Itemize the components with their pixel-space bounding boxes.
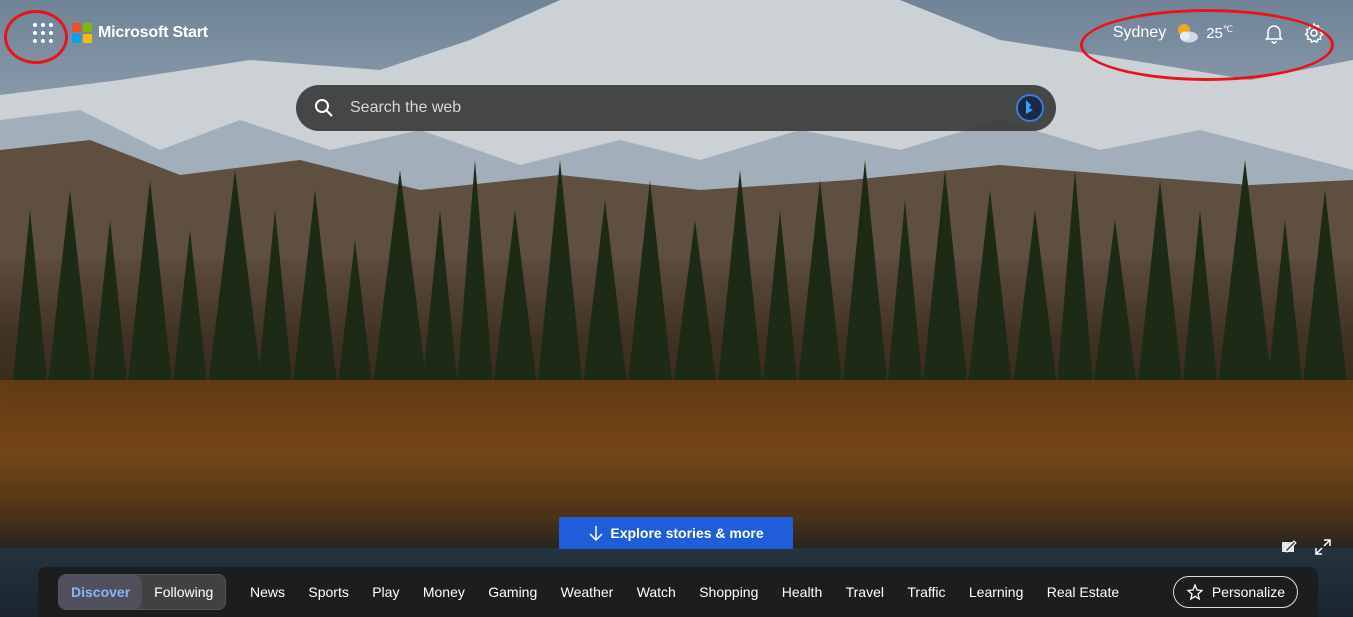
nav-item-gaming[interactable]: Gaming <box>477 584 549 600</box>
category-nav-bar: Discover Following News Sports Play Mone… <box>38 567 1318 617</box>
nav-item-health[interactable]: Health <box>770 584 834 600</box>
background-controls <box>1281 539 1331 555</box>
edit-background-button[interactable] <box>1281 539 1297 555</box>
brand-name: Microsoft Start <box>98 24 208 41</box>
sparkle-star-icon <box>1186 583 1204 601</box>
temperature[interactable]: 25℃ <box>1206 24 1233 42</box>
weather-city[interactable]: Sydney <box>1113 24 1166 42</box>
nav-item-real-estate[interactable]: Real Estate <box>1035 584 1131 600</box>
nav-item-travel[interactable]: Travel <box>834 584 896 600</box>
settings-button[interactable] <box>1299 18 1329 48</box>
nav-item-news[interactable]: News <box>238 584 296 600</box>
bell-icon <box>1265 25 1283 44</box>
nav-item-watch[interactable]: Watch <box>625 584 688 600</box>
header-right-cluster: Sydney 25℃ <box>1113 18 1329 48</box>
partly-cloudy-icon[interactable] <box>1174 20 1200 46</box>
brand[interactable]: Microsoft Start <box>72 23 208 43</box>
nav-item-traffic[interactable]: Traffic <box>896 584 958 600</box>
nav-item-sports[interactable]: Sports <box>297 584 361 600</box>
gear-icon <box>1304 22 1324 44</box>
tab-discover[interactable]: Discover <box>59 575 143 609</box>
tab-following[interactable]: Following <box>142 575 225 609</box>
nav-item-weather[interactable]: Weather <box>549 584 625 600</box>
feed-toggle: Discover Following <box>58 574 227 610</box>
bing-chat-button[interactable] <box>1014 92 1046 124</box>
nav-item-money[interactable]: Money <box>411 584 476 600</box>
nav-item-play[interactable]: Play <box>361 584 412 600</box>
nav-item-learning[interactable]: Learning <box>957 584 1035 600</box>
notifications-button[interactable] <box>1259 18 1289 48</box>
explore-stories-label: Explore stories & more <box>610 525 764 541</box>
expand-button[interactable] <box>1315 539 1331 555</box>
edit-background-icon <box>1282 540 1297 553</box>
explore-stories-button[interactable]: Explore stories & more <box>559 517 793 549</box>
search-bar[interactable] <box>296 85 1056 131</box>
microsoft-logo-icon <box>72 23 92 43</box>
arrow-down-icon <box>589 526 603 541</box>
expand-icon <box>1315 539 1331 555</box>
apps-launcher-button[interactable] <box>28 18 58 48</box>
personalize-label: Personalize <box>1211 584 1285 600</box>
bing-icon <box>1016 94 1044 122</box>
search-icon <box>315 99 333 117</box>
search-input[interactable] <box>348 98 1014 118</box>
personalize-button[interactable]: Personalize <box>1172 576 1298 608</box>
nav-item-shopping[interactable]: Shopping <box>688 584 771 600</box>
